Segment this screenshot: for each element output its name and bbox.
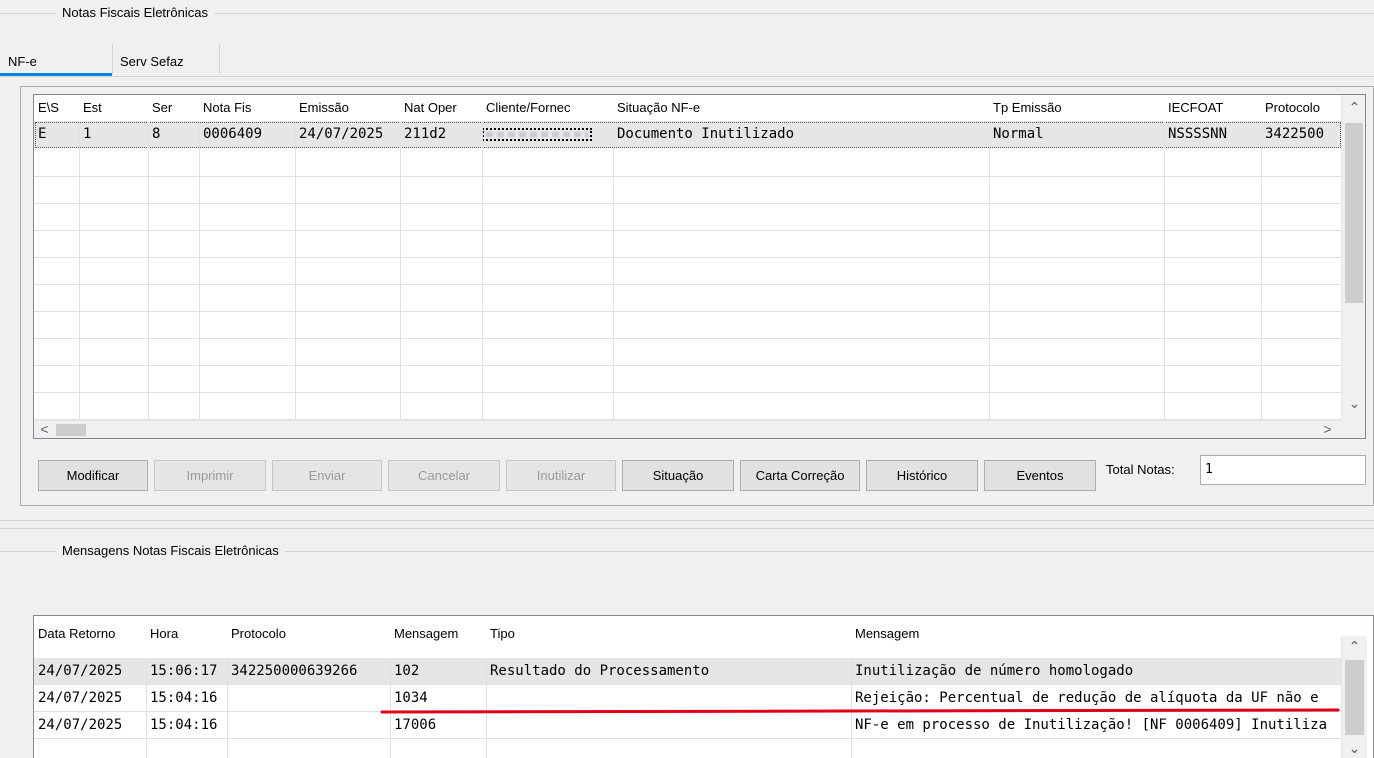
cell-protocolo [227, 712, 390, 739]
grid-line [613, 121, 614, 421]
cell-hora: 15:06:17 [150, 663, 218, 679]
grid-line [34, 284, 1341, 285]
cell-hora: 15:04:16 [150, 717, 218, 733]
inutilizar-button[interactable]: Inutilizar [506, 460, 616, 491]
col-header-cliente-fornec[interactable]: Cliente/Fornec [482, 95, 613, 121]
col-header-protocolo[interactable]: Protocolo [1261, 95, 1341, 121]
historico-button[interactable]: Histórico [866, 460, 978, 491]
tab-strip-border [0, 76, 1374, 77]
section-separator [0, 520, 1374, 521]
nfe-group-title: Notas Fiscais Eletrônicas [56, 5, 214, 20]
cancelar-button[interactable]: Cancelar [388, 460, 500, 491]
grid-line [199, 121, 200, 421]
col-header-situacao-nfe[interactable]: Situação NF-e [613, 95, 989, 121]
imprimir-button[interactable]: Imprimir [154, 460, 266, 491]
col-header-es[interactable]: E\S [34, 95, 79, 121]
cell-mensagem-code: 102 [394, 663, 420, 679]
total-notas-label: Total Notas: [1106, 462, 1175, 477]
col-header-protocolo[interactable]: Protocolo [227, 621, 390, 647]
annotation-underline [380, 708, 1340, 714]
col-header-ser[interactable]: Ser [148, 95, 199, 121]
nfe-grid[interactable]: E\S Est Ser Nota Fis Emissão Nat Oper Cl… [33, 94, 1366, 439]
nfe-grid-vscrollbar[interactable]: ⌃ ⌄ [1341, 95, 1365, 420]
nfe-grid-header: E\S Est Ser Nota Fis Emissão Nat Oper Cl… [34, 95, 1365, 121]
grid-line [148, 121, 149, 421]
grid-line [1164, 121, 1165, 421]
focus-rectangle [35, 122, 1341, 148]
col-header-mensagem[interactable]: Mensagem [851, 621, 1341, 647]
situacao-button[interactable]: Situação [622, 460, 734, 491]
col-header-iecfoat[interactable]: IECFOAT [1164, 95, 1261, 121]
chevron-left-icon[interactable]: < [36, 421, 53, 437]
chevron-right-icon[interactable]: > [1319, 421, 1336, 437]
grid-line [34, 176, 1341, 177]
grid-line [34, 392, 1341, 393]
table-row[interactable]: 24/07/2025 15:06:17 342250000639266 102 … [34, 658, 1341, 684]
grid-line [1261, 121, 1262, 421]
cell-mensagem: Inutilização de número homologado [855, 663, 1134, 679]
cell-mensagem-code: 17006 [394, 717, 437, 733]
eventos-button[interactable]: Eventos [984, 460, 1096, 491]
scroll-corner [1341, 420, 1365, 438]
chevron-up-icon[interactable]: ⌃ [1346, 99, 1363, 116]
col-header-nat-oper[interactable]: Nat Oper [400, 95, 482, 121]
grid-line [34, 684, 1341, 685]
grid-line [227, 658, 228, 758]
scroll-thumb[interactable] [1345, 123, 1363, 303]
grid-line [146, 658, 147, 758]
chevron-down-icon[interactable]: ⌄ [1346, 395, 1363, 412]
total-notas-field[interactable]: 1 [1200, 455, 1366, 485]
nfe-grid-hscrollbar[interactable]: < > [34, 420, 1341, 438]
cell-data-retorno: 24/07/2025 [38, 690, 123, 706]
grid-line [34, 311, 1341, 312]
col-header-data-retorno[interactable]: Data Retorno [34, 621, 146, 647]
cell-protocolo: 342250000639266 [231, 663, 358, 679]
grid-line [79, 121, 80, 421]
modificar-button[interactable]: Modificar [38, 460, 148, 491]
grid-line [482, 121, 483, 421]
msg-grid-vscrollbar[interactable]: ⌃ ⌄ [1341, 636, 1367, 758]
cell-mensagem: NF-e em processo de Inutilização! [NF 00… [855, 717, 1328, 733]
carta-correcao-button[interactable]: Carta Correção [740, 460, 860, 491]
cell-tipo: Resultado do Processamento [490, 663, 710, 679]
grid-line [400, 121, 401, 421]
scroll-thumb[interactable] [1345, 660, 1364, 735]
cell-data-retorno: 24/07/2025 [38, 717, 123, 733]
grid-line [989, 121, 990, 421]
col-header-est[interactable]: Est [79, 95, 148, 121]
grid-line [34, 365, 1341, 366]
col-header-mensagem-code[interactable]: Mensagem [390, 621, 486, 647]
msg-grid[interactable]: Data Retorno Hora Protocolo Mensagem Tip… [33, 615, 1374, 758]
col-header-nota-fis[interactable]: Nota Fis [199, 95, 295, 121]
col-header-tp-emissao[interactable]: Tp Emissão [989, 95, 1164, 121]
grid-line [34, 230, 1341, 231]
grid-line [34, 203, 1341, 204]
cell-protocolo [227, 685, 390, 712]
msg-group-title: Mensagens Notas Fiscais Eletrônicas [56, 543, 285, 558]
grid-line [34, 257, 1341, 258]
col-header-hora[interactable]: Hora [146, 621, 227, 647]
cell-data-retorno: 24/07/2025 [38, 663, 123, 679]
enviar-button[interactable]: Enviar [272, 460, 382, 491]
chevron-down-icon[interactable]: ⌄ [1346, 740, 1363, 757]
grid-line [34, 738, 1341, 739]
grid-line [34, 338, 1341, 339]
chevron-up-icon[interactable]: ⌃ [1346, 638, 1363, 655]
scroll-thumb[interactable] [56, 424, 86, 436]
col-header-emissao[interactable]: Emissão [295, 95, 400, 121]
msg-grid-header: Data Retorno Hora Protocolo Mensagem Tip… [34, 616, 1373, 642]
cell-tipo [486, 712, 851, 739]
section-separator [0, 528, 1374, 529]
tab-nfe[interactable]: NF-e [8, 54, 37, 69]
tab-divider [219, 44, 220, 74]
cell-hora: 15:04:16 [150, 690, 218, 706]
tab-serv-sefaz[interactable]: Serv Sefaz [120, 54, 184, 69]
tab-divider [112, 44, 113, 74]
col-header-tipo[interactable]: Tipo [486, 621, 851, 647]
grid-line [295, 121, 296, 421]
